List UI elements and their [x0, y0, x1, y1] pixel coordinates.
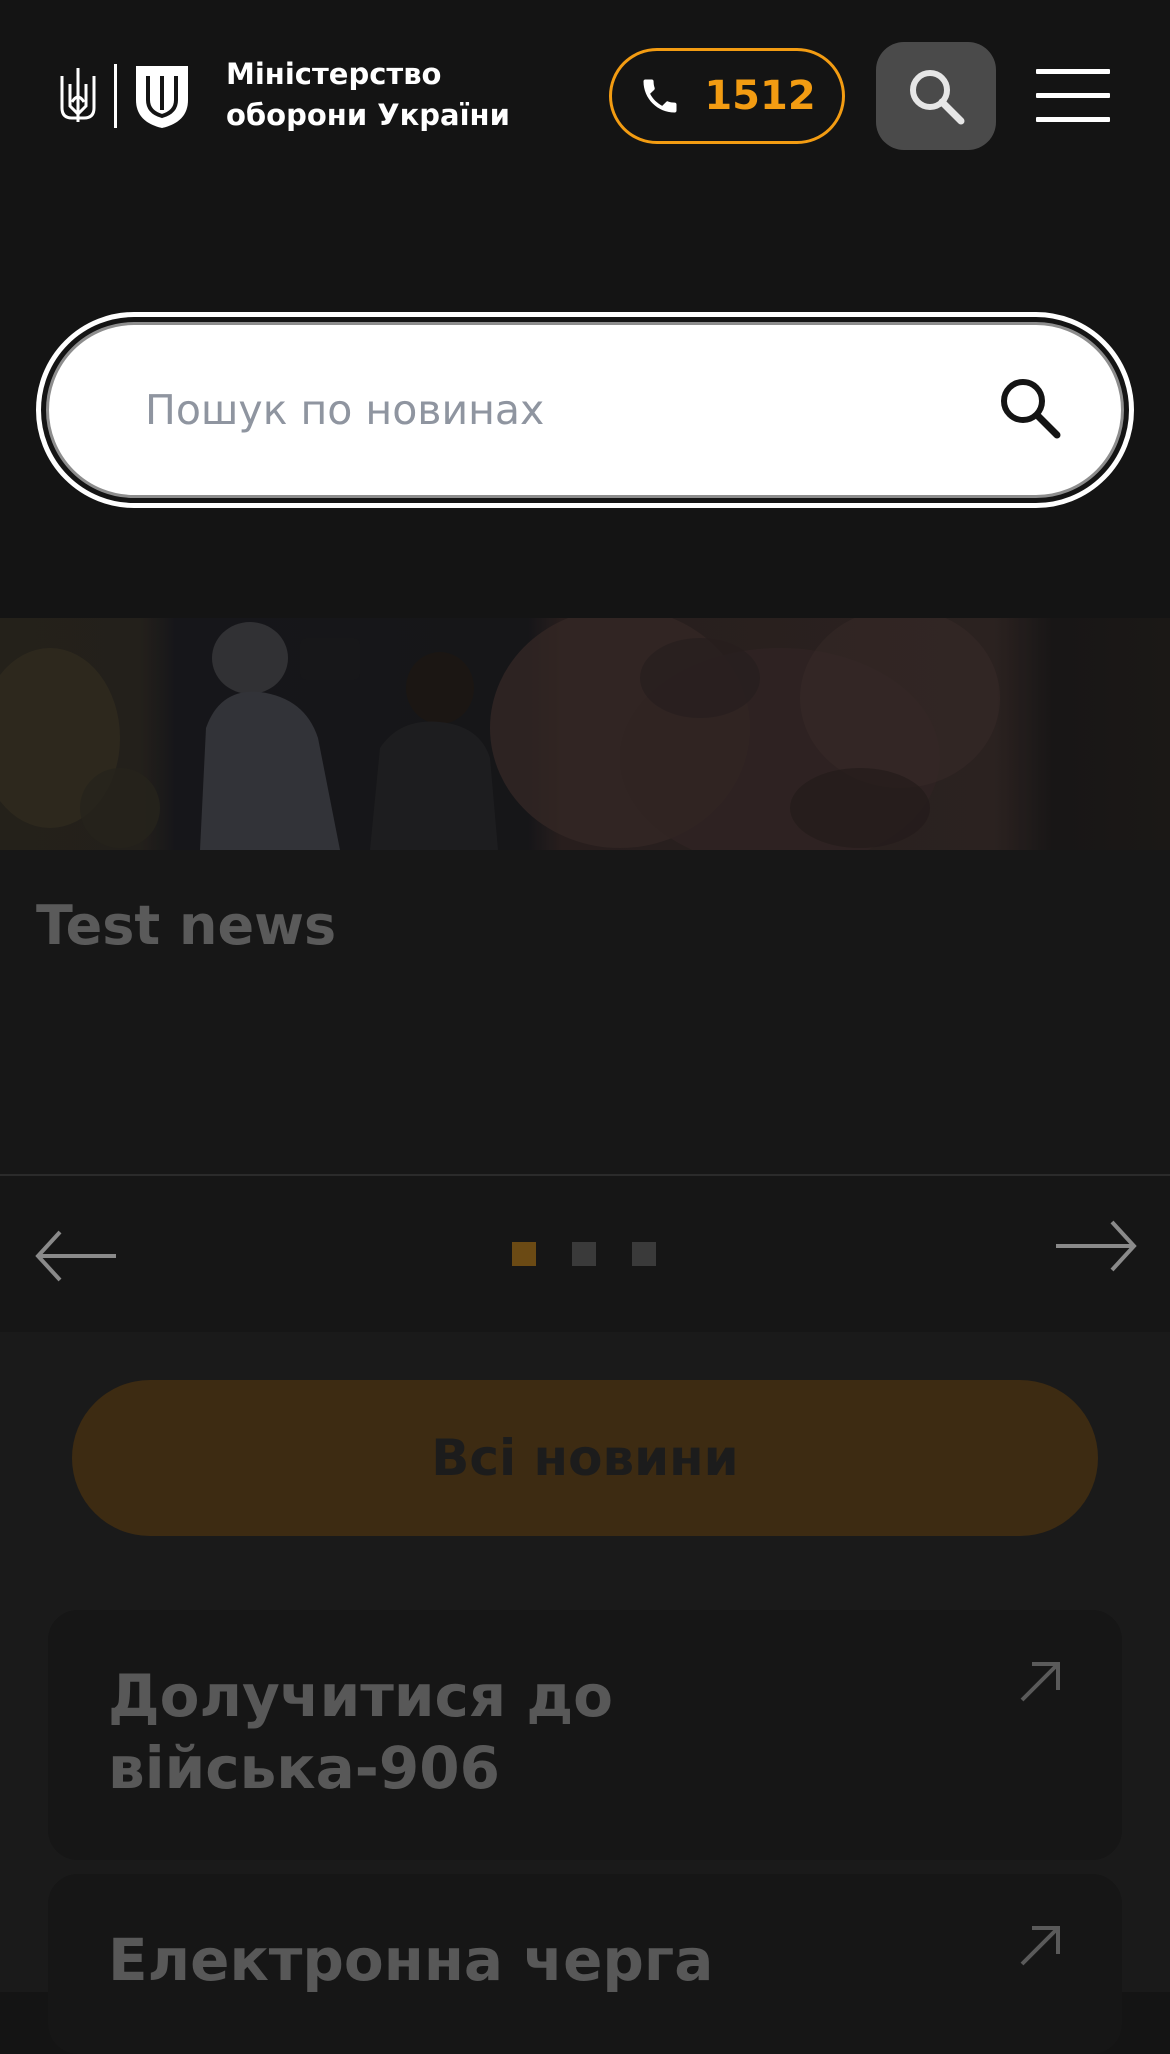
slider-dot[interactable]	[572, 1242, 596, 1266]
ministry-logo[interactable]	[58, 62, 198, 130]
ministry-name-line-2: оборони України	[226, 98, 510, 132]
join-army-link-card[interactable]: Долучитися до війська-906	[48, 1610, 1122, 1860]
news-slide-card[interactable]: Test news	[0, 850, 1170, 1176]
menu-line	[1036, 117, 1110, 122]
menu-line	[1036, 69, 1110, 74]
join-army-link-label: Долучитися до війська-906	[108, 1662, 614, 1802]
news-title[interactable]: Test news	[36, 894, 336, 957]
search-submit-icon[interactable]	[995, 373, 1065, 443]
news-search-box	[36, 312, 1134, 508]
arrow-up-right-icon	[1020, 1662, 1060, 1702]
slider-pagination	[512, 1242, 656, 1266]
phone-number: 1512	[704, 73, 816, 119]
news-photo	[0, 618, 1170, 850]
all-news-button[interactable]: Всі новини	[72, 1380, 1098, 1536]
electronic-queue-link-card[interactable]: Електронна черга	[48, 1874, 1122, 2054]
header-search-button[interactable]	[876, 42, 996, 150]
news-slider-controls	[0, 1176, 1170, 1332]
site-header: Міністерство оборони України 1512	[0, 0, 1170, 195]
news-slide-image[interactable]	[0, 618, 1170, 850]
hotline-phone-button[interactable]: 1512	[609, 48, 845, 144]
slider-dot[interactable]	[632, 1242, 656, 1266]
menu-line	[1036, 93, 1110, 98]
phone-icon	[643, 79, 677, 113]
arrow-left-icon[interactable]	[34, 1226, 118, 1286]
ministry-name[interactable]: Міністерство оборони України	[226, 54, 526, 136]
arrow-right-icon[interactable]	[1054, 1216, 1138, 1276]
electronic-queue-link-label: Електронна черга	[108, 1926, 714, 1994]
hamburger-menu-icon[interactable]	[1036, 66, 1110, 126]
search-icon	[910, 70, 965, 125]
news-search-field	[46, 322, 1124, 498]
slider-dot[interactable]	[512, 1242, 536, 1266]
arrow-up-right-icon	[1020, 1926, 1060, 1966]
ministry-name-line-1: Міністерство	[226, 57, 442, 91]
news-search-input[interactable]	[145, 365, 905, 455]
